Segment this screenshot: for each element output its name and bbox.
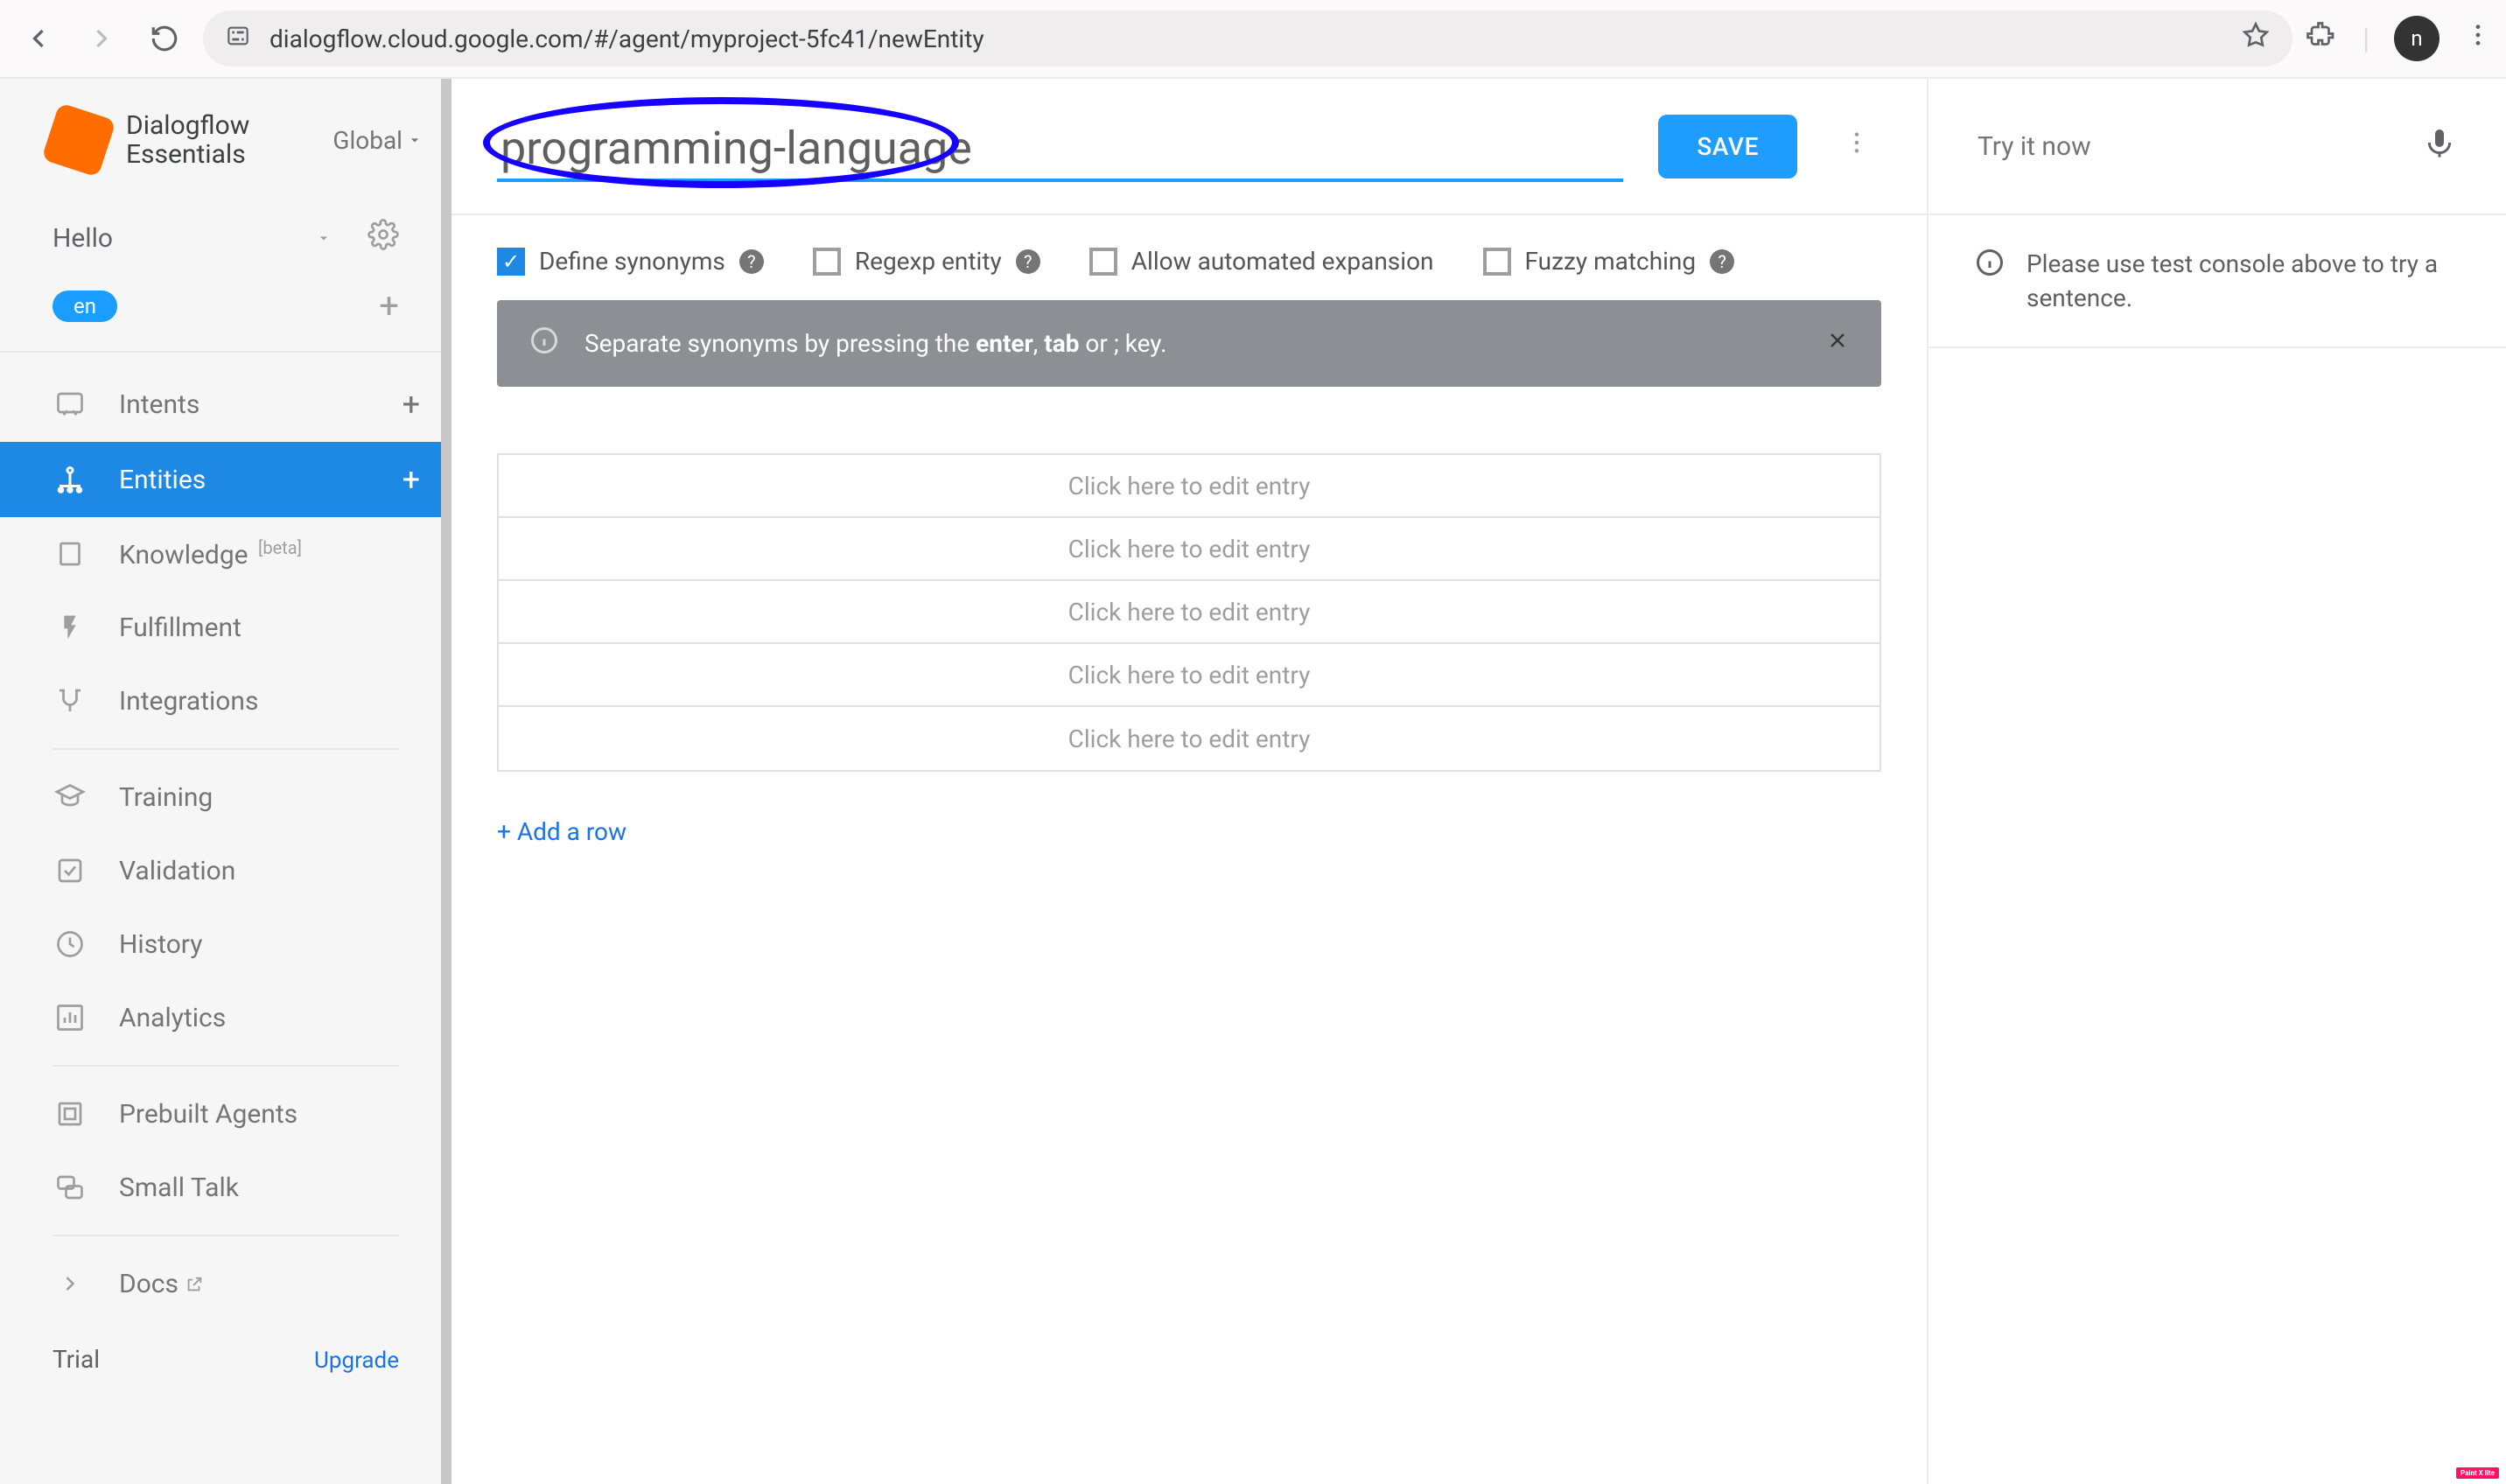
sidebar-item-smalltalk[interactable]: Small Talk — [0, 1151, 452, 1224]
intents-icon — [52, 387, 88, 422]
agent-caret-icon[interactable] — [315, 223, 332, 254]
fulfillment-icon — [52, 610, 88, 645]
opt-auto-expand[interactable]: Allow automated expansion — [1089, 247, 1434, 276]
add-entity-icon[interactable]: + — [402, 461, 420, 498]
sidebar-item-label: Validation — [119, 856, 235, 886]
forward-button[interactable] — [77, 14, 126, 63]
smalltalk-icon — [52, 1170, 88, 1205]
try-info-text: Please use test console above to try a s… — [2026, 247, 2460, 315]
agent-name[interactable]: Hello — [52, 223, 315, 254]
save-button[interactable]: SAVE — [1658, 115, 1797, 178]
sidebar-item-history[interactable]: History — [0, 907, 452, 981]
validation-icon — [52, 853, 88, 888]
brand: Dialogflow Essentials Global — [0, 79, 452, 201]
browser-toolbar: dialogflow.cloud.google.com/#/agent/mypr… — [0, 0, 2506, 77]
watermark-badge: Paint X lite — [2456, 1467, 2499, 1479]
opt-fuzzy[interactable]: Fuzzy matching ? — [1483, 247, 1735, 276]
language-pill[interactable]: en — [52, 290, 117, 322]
sidebar-item-label: Training — [119, 782, 213, 813]
add-intent-icon[interactable]: + — [402, 386, 420, 423]
entry-row[interactable]: Click here to edit entry — [499, 644, 1880, 707]
add-row-link[interactable]: + Add a row — [497, 817, 1881, 846]
sidebar-item-entities[interactable]: Entities + — [0, 442, 452, 517]
sidebar-item-analytics[interactable]: Analytics — [0, 981, 452, 1054]
sidebar-item-label: Analytics — [119, 1003, 226, 1033]
sidebar-item-label: Knowledge [beta] — [119, 537, 302, 570]
sidebar-item-validation[interactable]: Validation — [0, 834, 452, 907]
entity-name-input[interactable] — [497, 111, 1623, 182]
integrations-icon — [52, 683, 88, 718]
sidebar-item-label: Integrations — [119, 686, 258, 717]
sidebar-item-docs[interactable]: Docs — [0, 1247, 452, 1320]
reload-button[interactable] — [140, 14, 189, 63]
sidebar-item-integrations[interactable]: Integrations — [0, 664, 452, 738]
mic-icon[interactable] — [2422, 125, 2457, 167]
chevron-right-icon — [52, 1266, 88, 1301]
opt-define-synonyms[interactable]: ✓ Define synonyms ? — [497, 247, 764, 276]
entry-row[interactable]: Click here to edit entry — [499, 518, 1880, 581]
entry-row[interactable]: Click here to edit entry — [499, 455, 1880, 518]
entries-table: Click here to edit entry Click here to e… — [497, 453, 1881, 772]
sidebar-item-knowledge[interactable]: Knowledge [beta] — [0, 517, 452, 591]
knowledge-icon — [52, 536, 88, 571]
scope-dropdown[interactable]: Global — [332, 126, 424, 155]
try-panel: Try it now Please use test console above… — [1928, 79, 2506, 1484]
prebuilt-icon — [52, 1096, 88, 1131]
brand-line2: Essentials — [126, 140, 249, 169]
checkbox-icon — [1089, 248, 1117, 276]
sidebar-item-label: Entities — [119, 465, 206, 495]
back-button[interactable] — [14, 14, 63, 63]
profile-avatar[interactable]: n — [2394, 16, 2440, 61]
gear-icon[interactable] — [368, 219, 399, 257]
extensions-icon[interactable] — [2306, 19, 2338, 58]
entities-icon — [52, 462, 88, 497]
help-icon[interactable]: ? — [1016, 249, 1040, 274]
sidebar-item-label: Intents — [119, 389, 200, 420]
trial-label: Trial — [52, 1345, 100, 1374]
sidebar-item-label: Small Talk — [119, 1172, 239, 1203]
analytics-icon — [52, 1000, 88, 1035]
close-icon[interactable] — [1825, 328, 1850, 359]
history-icon — [52, 927, 88, 962]
sidebar-item-fulfillment[interactable]: Fulfillment — [0, 591, 452, 664]
training-icon — [52, 780, 88, 815]
opt-regexp[interactable]: Regexp entity ? — [813, 247, 1040, 276]
sidebar-item-label: Prebuilt Agents — [119, 1099, 298, 1130]
try-it-label[interactable]: Try it now — [1978, 131, 2091, 162]
more-menu-icon[interactable] — [1832, 129, 1881, 164]
info-banner: Separate synonyms by pressing the enter,… — [497, 300, 1881, 387]
browser-menu-icon[interactable] — [2464, 21, 2492, 56]
sidebar-item-label: History — [119, 929, 202, 960]
site-info-icon[interactable] — [224, 22, 252, 55]
sidebar: Dialogflow Essentials Global Hello en + — [0, 79, 452, 1484]
sidebar-item-intents[interactable]: Intents + — [0, 367, 452, 442]
sidebar-item-label: Docs — [119, 1269, 204, 1299]
dialogflow-logo-icon — [41, 102, 116, 178]
sidebar-item-training[interactable]: Training — [0, 760, 452, 834]
info-icon — [528, 325, 560, 362]
star-icon[interactable] — [2240, 20, 2272, 58]
checkbox-icon — [1483, 248, 1511, 276]
help-icon[interactable]: ? — [739, 249, 764, 274]
main-panel: SAVE ✓ Define synonyms ? Regexp entity ? — [452, 79, 1928, 1484]
info-icon — [1974, 247, 2006, 315]
address-bar[interactable]: dialogflow.cloud.google.com/#/agent/mypr… — [203, 10, 2292, 66]
help-icon[interactable]: ? — [1710, 249, 1734, 274]
sidebar-item-prebuilt[interactable]: Prebuilt Agents — [0, 1077, 452, 1151]
brand-line1: Dialogflow — [126, 111, 249, 140]
banner-text: Separate synonyms by pressing the enter,… — [584, 329, 1166, 358]
entry-row[interactable]: Click here to edit entry — [499, 581, 1880, 644]
url-text: dialogflow.cloud.google.com/#/agent/mypr… — [270, 24, 2222, 53]
add-language-icon[interactable]: + — [379, 285, 399, 326]
checkbox-checked-icon: ✓ — [497, 248, 525, 276]
checkbox-icon — [813, 248, 841, 276]
upgrade-link[interactable]: Upgrade — [314, 1348, 399, 1374]
sidebar-item-label: Fulfillment — [119, 612, 242, 643]
entry-row[interactable]: Click here to edit entry — [499, 707, 1880, 770]
